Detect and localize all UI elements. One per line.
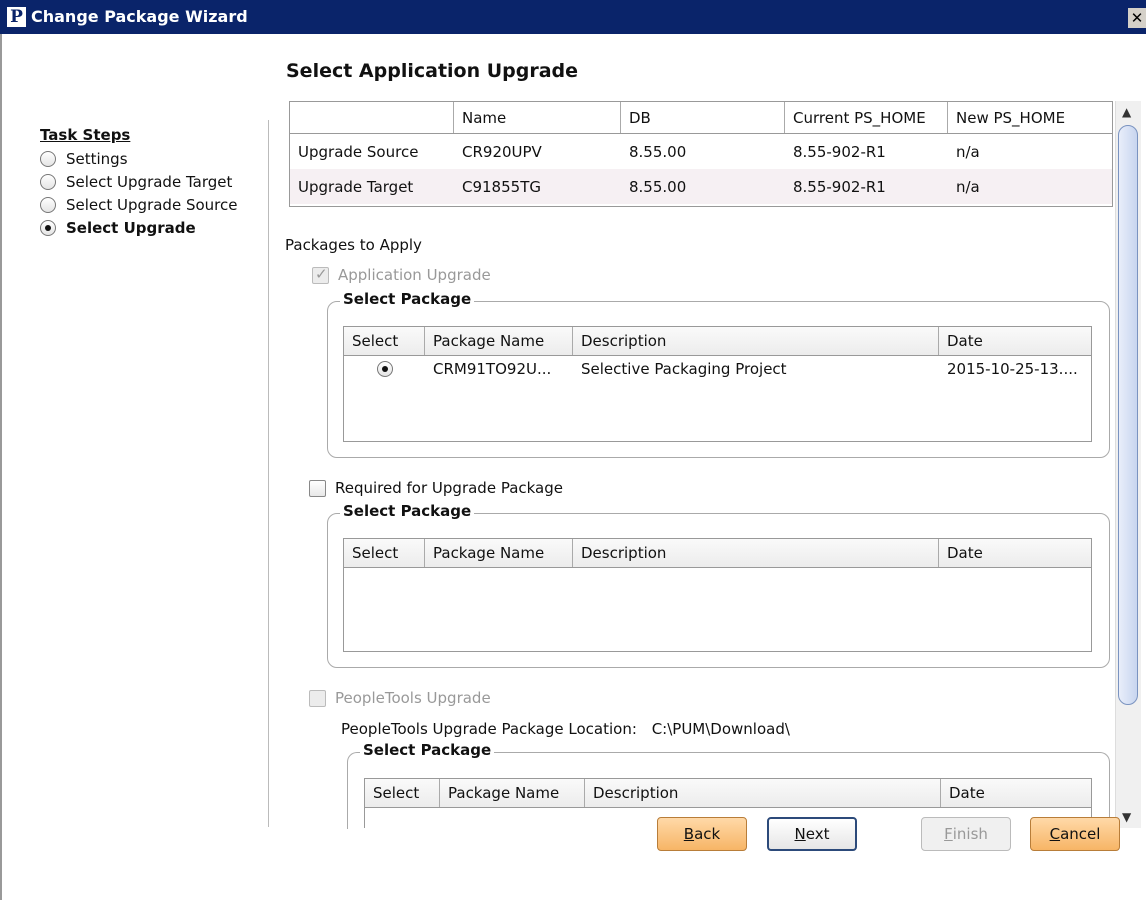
- select-cell[interactable]: [344, 361, 425, 377]
- column-header: Select: [365, 779, 440, 807]
- column-header: Description: [573, 539, 939, 567]
- peopletools-location: PeopleTools Upgrade Package Location: C:…: [341, 720, 790, 738]
- vertical-scrollbar[interactable]: ▲ ▼: [1115, 101, 1141, 828]
- close-icon[interactable]: ✕: [1128, 8, 1146, 28]
- window-title: Change Package Wizard: [31, 7, 248, 26]
- task-steps-title: Task Steps: [40, 126, 131, 144]
- task-step-label: Settings: [66, 149, 128, 168]
- column-header: Description: [573, 327, 939, 355]
- column-header: Name: [454, 102, 621, 133]
- task-step-select-upgrade-source: Select Upgrade Source: [40, 193, 237, 216]
- column-header: Description: [585, 779, 941, 807]
- checkbox-checked-icon: [312, 265, 329, 284]
- location-value: C:\PUM\Download\: [651, 720, 790, 738]
- column-header: Package Name: [440, 779, 585, 807]
- checkbox-icon: [309, 689, 326, 707]
- scroll-up-icon[interactable]: ▲: [1122, 105, 1131, 119]
- column-header: Current PS_HOME: [785, 102, 948, 133]
- checkbox-label: PeopleTools Upgrade: [335, 689, 491, 707]
- table-cell: n/a: [956, 142, 980, 161]
- column-header: Package Name: [425, 327, 573, 355]
- table-cell: Upgrade Source: [298, 142, 419, 161]
- table-cell: 8.55.00: [629, 177, 687, 196]
- table-row[interactable]: Upgrade Target C91855TG 8.55.00 8.55-902…: [290, 169, 1112, 204]
- panel-divider: [268, 120, 269, 827]
- cancel-button[interactable]: Cancel: [1030, 817, 1120, 851]
- date-cell: 2015-10-25-13....: [947, 360, 1078, 378]
- app-logo-icon: P: [7, 7, 26, 27]
- column-header: [290, 102, 454, 133]
- table-header-row: Select Package Name Description Date: [365, 779, 1091, 808]
- required-upgrade-checkbox[interactable]: Required for Upgrade Package: [309, 479, 563, 497]
- task-step-select-upgrade-target: Select Upgrade Target: [40, 170, 237, 193]
- scroll-thumb[interactable]: [1118, 125, 1138, 705]
- window-frame-edge: [0, 34, 2, 900]
- table-cell: Upgrade Target: [298, 177, 414, 196]
- peopletools-upgrade-checkbox[interactable]: PeopleTools Upgrade: [309, 689, 491, 707]
- mnemonic: B: [683, 825, 695, 843]
- checkbox-icon: [309, 479, 326, 497]
- table-row[interactable]: CRM91TO92U... Selective Packaging Projec…: [344, 356, 1091, 382]
- button-label: inish: [952, 825, 988, 843]
- table-header-row: Select Package Name Description Date: [344, 327, 1091, 356]
- application-upgrade-checkbox[interactable]: Application Upgrade: [312, 265, 491, 284]
- table-cell: C91855TG: [462, 177, 541, 196]
- task-step-label: Select Upgrade: [66, 218, 196, 237]
- step-radio-icon: [40, 150, 56, 167]
- column-header: Select: [344, 539, 425, 567]
- task-step-label: Select Upgrade Target: [66, 172, 233, 191]
- column-header: Package Name: [425, 539, 573, 567]
- column-header: New PS_HOME: [956, 108, 1066, 127]
- button-label: ack: [694, 825, 721, 843]
- button-label: ancel: [1060, 825, 1101, 843]
- checkbox-label: Application Upgrade: [338, 266, 491, 284]
- step-radio-selected-icon: [40, 219, 56, 236]
- step-radio-icon: [40, 173, 56, 190]
- step-radio-icon: [40, 196, 56, 213]
- package-table: Select Package Name Description Date: [343, 538, 1092, 652]
- location-label: PeopleTools Upgrade Package Location:: [341, 720, 637, 738]
- column-header: Select: [344, 327, 425, 355]
- column-header: Date: [947, 544, 983, 562]
- scroll-down-icon[interactable]: ▼: [1122, 810, 1131, 824]
- table-cell: 8.55-902-R1: [793, 177, 886, 196]
- table-cell: CR920UPV: [462, 142, 542, 161]
- table-row[interactable]: Upgrade Source CR920UPV 8.55.00 8.55-902…: [290, 134, 1112, 169]
- column-header: Date: [949, 784, 985, 802]
- next-button[interactable]: Next: [767, 817, 857, 851]
- group-title: Select Package: [340, 290, 475, 308]
- column-header: DB: [621, 102, 785, 133]
- button-label: ext: [805, 825, 830, 843]
- checkbox-label: Required for Upgrade Package: [335, 479, 563, 497]
- title-bar: P Change Package Wizard ✕: [0, 0, 1146, 34]
- page-title: Select Application Upgrade: [286, 60, 579, 82]
- table-cell: 8.55-902-R1: [793, 142, 886, 161]
- package-name-cell: CRM91TO92U...: [433, 360, 552, 378]
- mnemonic: N: [794, 825, 806, 843]
- task-step-label: Select Upgrade Source: [66, 195, 238, 214]
- group-title: Select Package: [340, 502, 475, 520]
- package-radio-selected-icon[interactable]: [376, 361, 393, 377]
- finish-button[interactable]: Finish: [921, 817, 1011, 851]
- column-header: Date: [947, 332, 983, 350]
- table-cell: n/a: [956, 177, 980, 196]
- database-table: Name DB Current PS_HOME New PS_HOME Upgr…: [289, 101, 1113, 207]
- mnemonic: C: [1049, 825, 1061, 843]
- task-step-select-upgrade: Select Upgrade: [40, 216, 237, 239]
- mnemonic: F: [944, 825, 953, 843]
- back-button[interactable]: Back: [657, 817, 747, 851]
- group-title: Select Package: [360, 741, 495, 759]
- table-header-row: Select Package Name Description Date: [344, 539, 1091, 568]
- task-step-settings: Settings: [40, 147, 237, 170]
- table-cell: 8.55.00: [629, 142, 687, 161]
- table-header-row: Name DB Current PS_HOME New PS_HOME: [290, 102, 1112, 134]
- task-steps-panel: Task Steps Settings Select Upgrade Targe…: [40, 126, 237, 239]
- package-table: Select Package Name Description Date CRM…: [343, 326, 1092, 442]
- description-cell: Selective Packaging Project: [581, 360, 787, 378]
- packages-to-apply-label: Packages to Apply: [285, 236, 422, 254]
